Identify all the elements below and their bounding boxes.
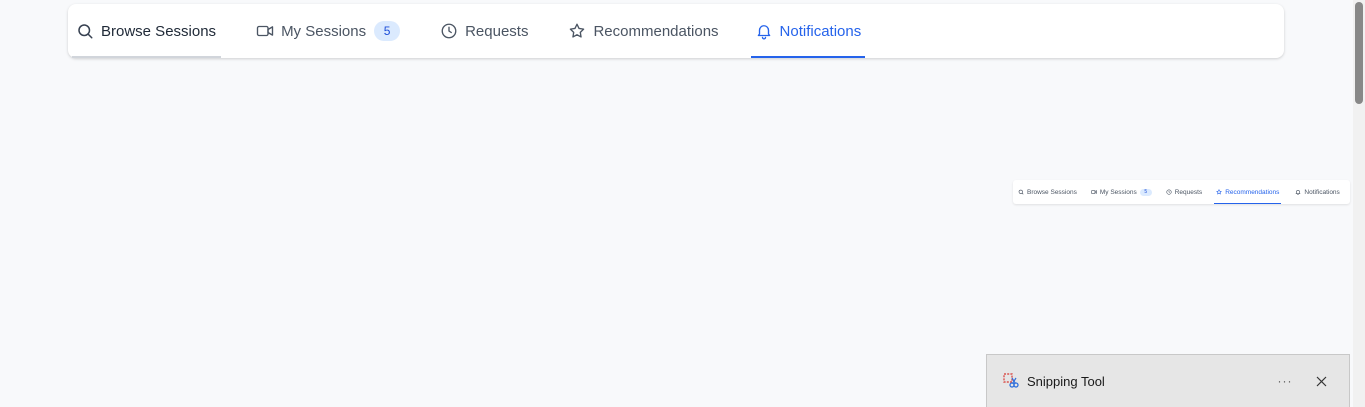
tab-label: Requests [465,22,529,40]
thumb-tab-browse-sessions: Browse Sessions [1016,180,1079,204]
vertical-scrollbar[interactable] [1353,0,1365,407]
snipping-tool-icon [1003,373,1019,389]
tab-label: Recommendations [593,22,719,40]
page: Browse Sessions My Sessions 5 Requests R… [0,0,1365,407]
sessions-count-badge: 5 [374,21,401,41]
tab-my-sessions[interactable]: My Sessions 5 [252,4,404,58]
bell-icon [1295,190,1301,195]
tab-label: Browse Sessions [101,22,217,40]
thumb-tab-label: Recommendations [1225,188,1280,196]
search-icon [1018,189,1024,195]
tab-browse-sessions[interactable]: Browse Sessions [72,4,222,58]
thumb-tab-label: Browse Sessions [1027,188,1077,196]
thumb-sessions-badge: 5 [1139,188,1152,196]
thumb-tab-label: Notifications [1304,188,1340,196]
clock-icon [440,22,458,40]
tab-recommendations[interactable]: Recommendations [564,4,722,58]
star-icon [1216,189,1223,195]
video-icon [256,22,274,40]
tab-notifications[interactable]: Notifications [750,4,866,58]
star-icon [568,22,586,40]
nav-thumbnail-preview: Browse Sessions My Sessions 5 Requests R… [1013,180,1350,204]
more-options-button[interactable]: ··· [1273,374,1297,388]
clock-icon [1166,189,1172,195]
tab-requests[interactable]: Requests [436,4,532,58]
tab-label: Notifications [779,22,862,40]
search-icon [76,22,94,40]
notification-app-name: Snipping Tool [1027,373,1105,389]
tab-label: My Sessions [281,22,367,40]
snipping-tool-notification[interactable]: Snipping Tool ··· [986,354,1350,407]
thumb-tab-notifications: Notifications [1293,180,1341,204]
thumb-tab-my-sessions: My Sessions 5 [1089,180,1154,204]
thumb-tab-requests: Requests [1164,180,1204,204]
scrollbar-thumb[interactable] [1355,2,1363,104]
nav-bar: Browse Sessions My Sessions 5 Requests R… [68,4,1284,58]
close-icon[interactable] [1311,376,1331,387]
thumb-tab-label: Requests [1174,188,1203,196]
video-icon [1091,190,1097,194]
bell-icon [755,22,773,40]
thumb-tab-recommendations: Recommendations [1214,180,1282,204]
thumb-tab-label: My Sessions [1099,188,1137,196]
